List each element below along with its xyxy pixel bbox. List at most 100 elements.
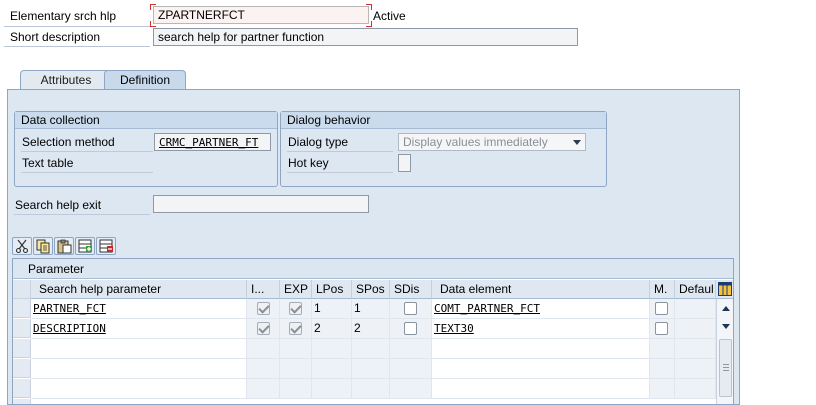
table-cell-default[interactable] <box>675 379 716 399</box>
copy-button[interactable] <box>33 237 53 255</box>
table-cell-spos[interactable] <box>352 379 390 399</box>
table-cell-export[interactable] <box>280 319 312 339</box>
table-cell-data-element[interactable] <box>432 359 650 379</box>
table-vertical-scrollbar[interactable] <box>716 299 733 404</box>
sdis-checkbox[interactable] <box>404 322 417 335</box>
table-cell-spos[interactable] <box>352 339 390 359</box>
cut-button[interactable] <box>12 237 32 255</box>
table-cell-sdis[interactable] <box>390 379 432 399</box>
tab-attributes[interactable]: Attributes <box>20 70 112 90</box>
table-cell-parameter[interactable] <box>31 339 247 359</box>
row-selector[interactable] <box>13 399 31 404</box>
table-cell-default[interactable] <box>675 359 716 379</box>
selection-method-value[interactable]: CRMC_PARTNER_FT <box>159 136 258 149</box>
scroll-down-icon[interactable] <box>721 323 731 331</box>
table-cell-sdis[interactable] <box>390 359 432 379</box>
sdis-checkbox[interactable] <box>404 302 417 315</box>
table-cell-spos[interactable]: 2 <box>352 319 390 339</box>
table-cell-modified[interactable] <box>650 339 675 359</box>
table-cell-modified[interactable] <box>650 299 675 319</box>
column-header-modified[interactable]: M. <box>650 280 675 299</box>
required-corner-bl <box>150 21 156 27</box>
column-header-lpos[interactable]: LPos <box>312 280 352 299</box>
table-cell-data-element[interactable]: COMT_PARTNER_FCT <box>432 299 650 319</box>
row-selector[interactable] <box>13 359 31 378</box>
table-cell-import[interactable] <box>247 319 280 339</box>
modified-checkbox[interactable] <box>655 322 668 335</box>
search-help-exit-field[interactable] <box>153 195 369 213</box>
column-header-data-element[interactable]: Data element <box>432 280 650 299</box>
table-cell-import[interactable] <box>247 359 280 379</box>
modified-checkbox[interactable] <box>655 302 668 315</box>
table-cell-data-element[interactable] <box>432 339 650 359</box>
table-cell-modified[interactable] <box>650 359 675 379</box>
table-cell-import[interactable] <box>247 299 280 319</box>
short-description-field[interactable]: search help for partner function <box>153 28 578 46</box>
table-cell-export[interactable] <box>280 339 312 359</box>
search-help-name-field[interactable]: ZPARTNERFCT <box>153 6 369 24</box>
row-selector[interactable] <box>13 319 31 338</box>
scroll-thumb[interactable] <box>719 339 732 397</box>
data-element-link[interactable]: COMT_PARTNER_FCT <box>434 302 540 315</box>
parameter-name[interactable]: PARTNER_FCT <box>33 302 106 315</box>
table-cell-default[interactable] <box>675 339 716 359</box>
export-checkbox[interactable] <box>289 302 302 315</box>
table-cell-lpos[interactable] <box>312 359 352 379</box>
table-cell-parameter[interactable]: DESCRIPTION <box>31 319 247 339</box>
scroll-up-icon[interactable] <box>721 304 731 312</box>
column-header-export[interactable]: EXP <box>280 280 312 299</box>
table-cell-import[interactable] <box>247 339 280 359</box>
paste-button[interactable] <box>54 237 74 255</box>
table-cell-data-element[interactable] <box>432 379 650 399</box>
table-cell-lpos[interactable] <box>312 379 352 399</box>
table-cell-data-element[interactable]: TEXT30 <box>432 319 650 339</box>
select-all-cell[interactable] <box>13 280 31 299</box>
divider <box>287 151 393 152</box>
export-checkbox[interactable] <box>289 322 302 335</box>
data-element-link[interactable]: TEXT30 <box>434 322 474 335</box>
table-cell-import[interactable] <box>247 379 280 399</box>
table-cell-export[interactable] <box>280 299 312 319</box>
table-cell-parameter[interactable] <box>31 379 247 399</box>
table-cell-parameter[interactable]: PARTNER_FCT <box>31 299 247 319</box>
table-cell-lpos[interactable]: 1 <box>312 299 352 319</box>
table-cell-export[interactable] <box>280 359 312 379</box>
import-checkbox[interactable] <box>257 322 270 335</box>
parameter-name[interactable]: DESCRIPTION <box>33 322 106 335</box>
table-cell-sdis[interactable] <box>390 339 432 359</box>
table-cell-lpos[interactable]: 2 <box>312 319 352 339</box>
table-cell-default[interactable] <box>675 299 716 319</box>
import-checkbox[interactable] <box>257 302 270 315</box>
table-cell-parameter[interactable] <box>31 359 247 379</box>
required-corner-tl <box>150 4 156 10</box>
row-selector[interactable] <box>13 339 31 358</box>
column-header-sdis[interactable]: SDis <box>390 280 432 299</box>
table-cell-modified[interactable] <box>650 319 675 339</box>
data-collection-title: Data collection <box>15 112 277 129</box>
column-header-default[interactable]: Defaul <box>675 280 716 299</box>
hot-key-field[interactable] <box>398 154 411 172</box>
column-header-import[interactable]: I... <box>247 280 280 299</box>
column-header-search-help-parameter[interactable]: Search help parameter <box>31 280 247 299</box>
table-cell-spos[interactable]: 1 <box>352 299 390 319</box>
dialog-behavior-group: Dialog behavior Dialog type Display valu… <box>280 111 607 187</box>
table-cell-default[interactable] <box>675 319 716 339</box>
table-cell-modified[interactable] <box>650 379 675 399</box>
column-settings-button[interactable] <box>716 280 733 299</box>
table-cell-sdis[interactable] <box>390 299 432 319</box>
table-cell-spos[interactable] <box>352 359 390 379</box>
chevron-down-icon[interactable] <box>573 140 581 145</box>
row-selector[interactable] <box>13 379 31 398</box>
table-cell-lpos[interactable] <box>312 339 352 359</box>
delete-row-button[interactable] <box>96 237 116 255</box>
insert-row-button[interactable] <box>75 237 95 255</box>
selection-method-field[interactable]: CRMC_PARTNER_FT <box>154 133 271 151</box>
row-selector[interactable] <box>13 299 31 318</box>
paste-icon <box>57 239 72 254</box>
table-cell-sdis[interactable] <box>390 319 432 339</box>
selection-method-label: Selection method <box>22 135 115 149</box>
table-cell-export[interactable] <box>280 379 312 399</box>
tab-definition[interactable]: Definition <box>104 70 186 90</box>
dialog-type-select[interactable]: Display values immediately <box>398 133 586 151</box>
column-header-spos[interactable]: SPos <box>352 280 390 299</box>
